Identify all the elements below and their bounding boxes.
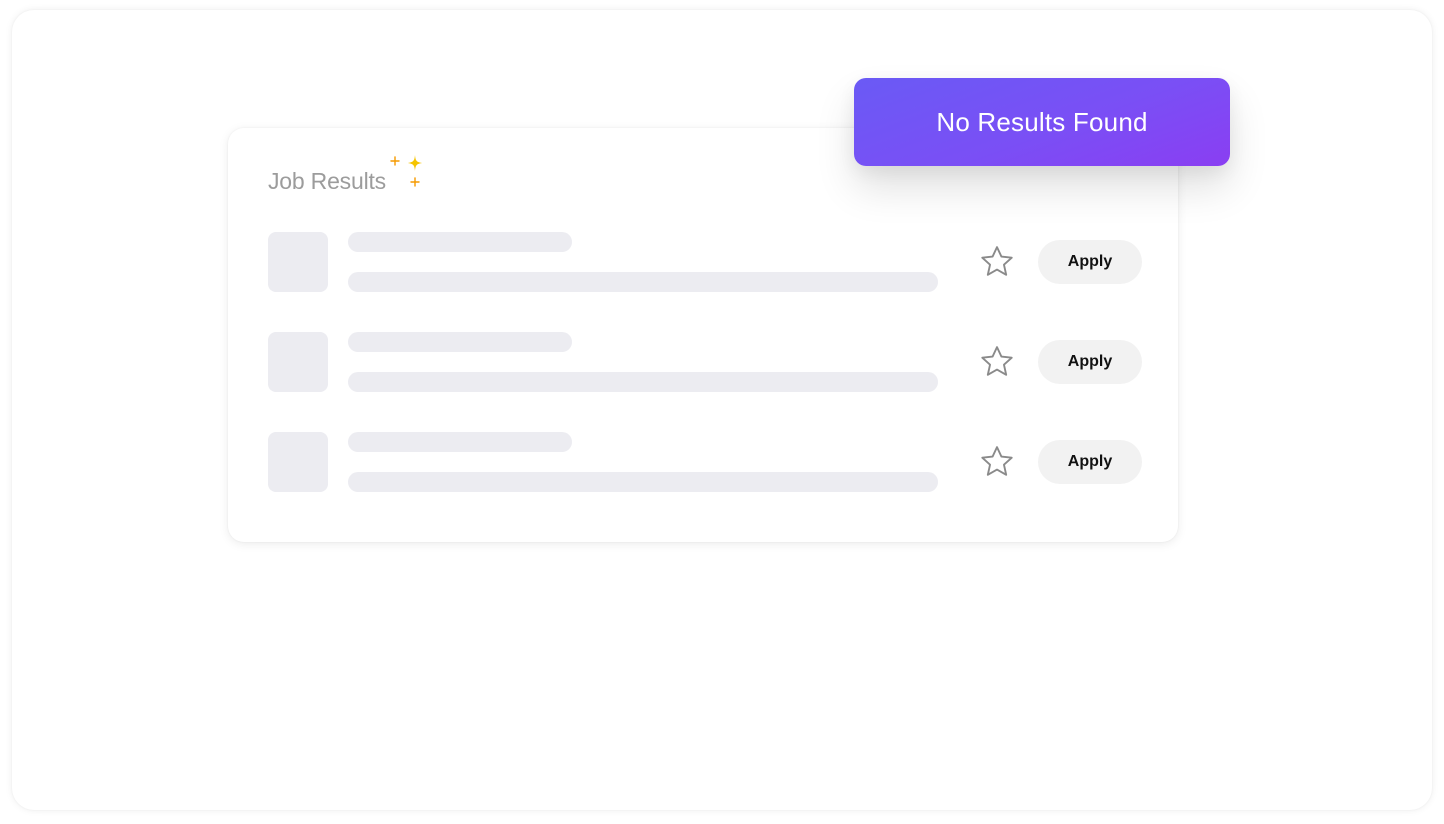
thumbnail-placeholder [268, 432, 328, 492]
subtitle-placeholder [348, 272, 938, 292]
apply-button[interactable]: Apply [1038, 240, 1142, 284]
star-outline-icon[interactable] [978, 443, 1016, 481]
apply-button[interactable]: Apply [1038, 340, 1142, 384]
sparkle-small-bottom [410, 177, 420, 187]
thumbnail-placeholder [268, 332, 328, 392]
star-outline-icon[interactable] [978, 243, 1016, 281]
sparkles-icon [390, 155, 422, 187]
sparkle-small-top [390, 156, 400, 166]
job-row-skeleton: Apply [268, 332, 1148, 392]
subtitle-placeholder [348, 372, 938, 392]
thumbnail-placeholder [268, 232, 328, 292]
sparkle-large [408, 155, 422, 171]
job-row-skeleton: Apply [268, 232, 1148, 292]
title-placeholder [348, 432, 572, 452]
title-placeholder [348, 332, 572, 352]
star-outline-icon[interactable] [978, 343, 1016, 381]
no-results-toast: No Results Found [854, 78, 1230, 166]
subtitle-placeholder [348, 472, 938, 492]
apply-button[interactable]: Apply [1038, 440, 1142, 484]
toast-message: No Results Found [936, 106, 1148, 137]
job-results-card: Job Results Apply Apply Apply [228, 128, 1178, 542]
title-placeholder [348, 232, 572, 252]
job-row-skeleton: Apply [268, 432, 1148, 492]
card-title: Job Results [268, 168, 386, 194]
